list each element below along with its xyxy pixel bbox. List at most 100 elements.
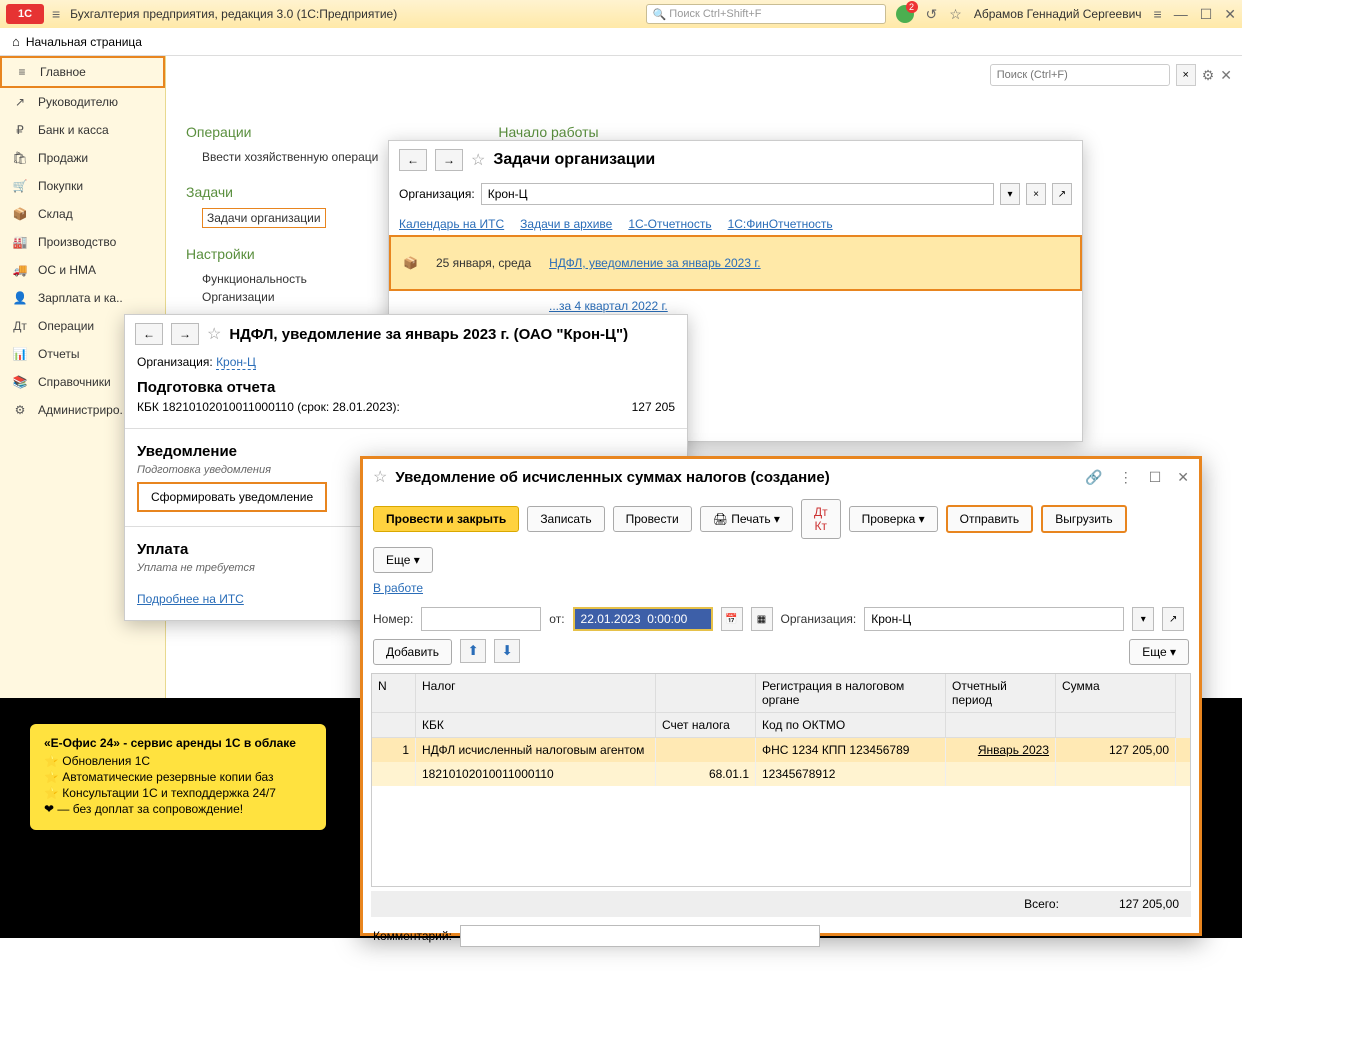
- favorite-icon[interactable]: ☆: [207, 324, 221, 344]
- close-icon[interactable]: ✕: [1177, 469, 1189, 486]
- clear-org-button[interactable]: ×: [1026, 183, 1046, 205]
- menu-icon[interactable]: ≡: [1154, 6, 1162, 22]
- post-close-button[interactable]: Провести и закрыть: [373, 506, 519, 532]
- forward-button[interactable]: →: [171, 323, 199, 345]
- org-label: Организация:: [399, 187, 475, 201]
- more-its-link[interactable]: Подробнее на ИТС: [137, 592, 244, 606]
- link-1c-fin-reporting[interactable]: 1С:ФинОтчетность: [728, 217, 833, 231]
- home-tab[interactable]: ⌂ Начальная страница: [0, 28, 1242, 56]
- add-row-button[interactable]: Добавить: [373, 639, 452, 665]
- open-org-button[interactable]: ↗: [1052, 183, 1072, 205]
- calendar-button[interactable]: 📅: [721, 607, 743, 631]
- period-button[interactable]: ▦: [751, 607, 773, 631]
- tax-table: N Налог Регистрация в налоговом органе О…: [371, 673, 1191, 887]
- org-input[interactable]: [481, 183, 994, 205]
- dtkt-button[interactable]: ДтКт: [801, 499, 841, 539]
- sidebar-item-sales[interactable]: 🛍Продажи: [0, 144, 165, 172]
- link-organizations[interactable]: Организации: [186, 288, 378, 306]
- bag-icon: 🛍: [12, 151, 28, 165]
- gear-icon: ⚙: [12, 403, 28, 417]
- link-functionality[interactable]: Функциональность: [186, 270, 378, 288]
- dropdown-button[interactable]: ▾: [1000, 183, 1020, 205]
- sidebar-item-manager[interactable]: ↗Руководителю: [0, 88, 165, 116]
- sidebar-item-assets[interactable]: 🚚ОС и НМА: [0, 256, 165, 284]
- person-icon: 👤: [12, 291, 28, 305]
- section-prep-title: Подготовка отчета: [137, 379, 675, 396]
- forward-button[interactable]: →: [435, 149, 463, 171]
- link-1c-reporting[interactable]: 1С-Отчетность: [628, 217, 711, 231]
- back-button[interactable]: ←: [135, 323, 163, 345]
- panel3-title: Уведомление об исчисленных суммах налого…: [395, 469, 1069, 486]
- clear-search-button[interactable]: ×: [1176, 64, 1196, 86]
- section-start: Начало работы: [498, 124, 598, 140]
- link-archive-tasks[interactable]: Задачи в архиве: [520, 217, 612, 231]
- amount-text: 127 205: [632, 400, 675, 414]
- panel-create-notification: ☆ Уведомление об исчисленных суммах нало…: [360, 456, 1202, 936]
- maximize-icon[interactable]: ☐: [1200, 6, 1213, 23]
- books-icon: 📚: [12, 375, 28, 389]
- table-row[interactable]: 18210102010011000110 68.01.1 12345678912: [372, 762, 1190, 786]
- sidebar-item-warehouse[interactable]: 📦Склад: [0, 200, 165, 228]
- favorite-icon[interactable]: ☆: [373, 467, 387, 487]
- cart-icon: 🛒: [12, 179, 28, 193]
- star-icon[interactable]: ☆: [949, 6, 962, 23]
- trend-icon: ↗: [12, 95, 28, 109]
- save-button[interactable]: Записать: [527, 506, 604, 532]
- titlebar: 1C ≡ Бухгалтерия предприятия, редакция 3…: [0, 0, 1242, 28]
- maximize-icon[interactable]: ☐: [1149, 469, 1162, 486]
- status-link[interactable]: В работе: [373, 581, 423, 595]
- favorite-icon[interactable]: ☆: [471, 150, 485, 170]
- check-button[interactable]: Проверка ▾: [849, 506, 938, 532]
- table-row[interactable]: 1 НДФЛ исчисленный налоговым агентом ФНС…: [372, 738, 1190, 762]
- sidebar-item-salary[interactable]: 👤Зарплата и ка..: [0, 284, 165, 312]
- history-icon[interactable]: ↺: [926, 6, 938, 23]
- page-search-input[interactable]: [990, 64, 1170, 86]
- close-icon[interactable]: ✕: [1224, 6, 1236, 23]
- move-down-button[interactable]: ⬇: [494, 639, 520, 663]
- global-search-input[interactable]: 🔍 Поиск Ctrl+Shift+F: [646, 4, 886, 24]
- link-its-calendar[interactable]: Календарь на ИТС: [399, 217, 504, 231]
- task-row-highlighted[interactable]: 📦 25 января, среда НДФЛ, уведомление за …: [389, 235, 1082, 291]
- print-button[interactable]: 🖨 Печать ▾: [700, 506, 793, 532]
- hamburger-icon[interactable]: ≡: [52, 6, 60, 22]
- more-button[interactable]: Еще ▾: [373, 547, 433, 573]
- date-input[interactable]: [573, 607, 713, 631]
- back-button[interactable]: ←: [399, 149, 427, 171]
- home-icon: ⌂: [12, 34, 20, 49]
- link-org-tasks[interactable]: Задачи организации: [202, 208, 326, 228]
- comment-input[interactable]: [460, 925, 820, 947]
- task-link-q4[interactable]: ...за 4 квартал 2022 г.: [549, 299, 668, 313]
- username-label[interactable]: Абрамов Геннадий Сергеевич: [974, 7, 1142, 21]
- move-up-button[interactable]: ⬆: [460, 639, 486, 663]
- kebab-icon[interactable]: ⋮: [1119, 469, 1133, 486]
- task-link-ndfl[interactable]: НДФЛ, уведомление за январь 2023 г.: [549, 256, 760, 270]
- org-link[interactable]: Крон-Ц: [216, 355, 256, 370]
- factory-icon: 🏭: [12, 235, 28, 249]
- sidebar-item-purchases[interactable]: 🛒Покупки: [0, 172, 165, 200]
- post-button[interactable]: Провести: [613, 506, 692, 532]
- more-table-button[interactable]: Еще ▾: [1129, 639, 1189, 665]
- org-open-button[interactable]: ↗: [1162, 607, 1184, 631]
- panel1-title: Задачи организации: [493, 151, 655, 169]
- close-page-icon[interactable]: ✕: [1220, 67, 1232, 84]
- send-button[interactable]: Отправить: [946, 505, 1034, 533]
- task-icon: 📦: [403, 256, 418, 270]
- truck-icon: 🚚: [12, 263, 28, 277]
- org-input[interactable]: [864, 607, 1124, 631]
- notifications-icon[interactable]: [896, 5, 914, 23]
- sidebar-item-bank[interactable]: ₽Банк и касса: [0, 116, 165, 144]
- link-enter-operation[interactable]: Ввести хозяйственную операци: [186, 148, 378, 166]
- total-label: Всего:: [1024, 897, 1059, 911]
- section-settings: Настройки: [186, 246, 378, 262]
- link-icon[interactable]: 🔗: [1085, 469, 1102, 486]
- org-dropdown-button[interactable]: ▾: [1132, 607, 1154, 631]
- export-button[interactable]: Выгрузить: [1041, 505, 1127, 533]
- ruble-icon: ₽: [12, 123, 28, 137]
- settings-icon[interactable]: ⚙: [1202, 67, 1215, 84]
- sidebar-item-main[interactable]: ≡Главное: [0, 56, 165, 88]
- minimize-icon[interactable]: —: [1174, 6, 1188, 22]
- number-input[interactable]: [421, 607, 541, 631]
- kbk-text: КБК 18210102010011000110 (срок: 28.01.20…: [137, 400, 400, 414]
- sidebar-item-production[interactable]: 🏭Производство: [0, 228, 165, 256]
- form-notification-button[interactable]: Сформировать уведомление: [137, 482, 327, 512]
